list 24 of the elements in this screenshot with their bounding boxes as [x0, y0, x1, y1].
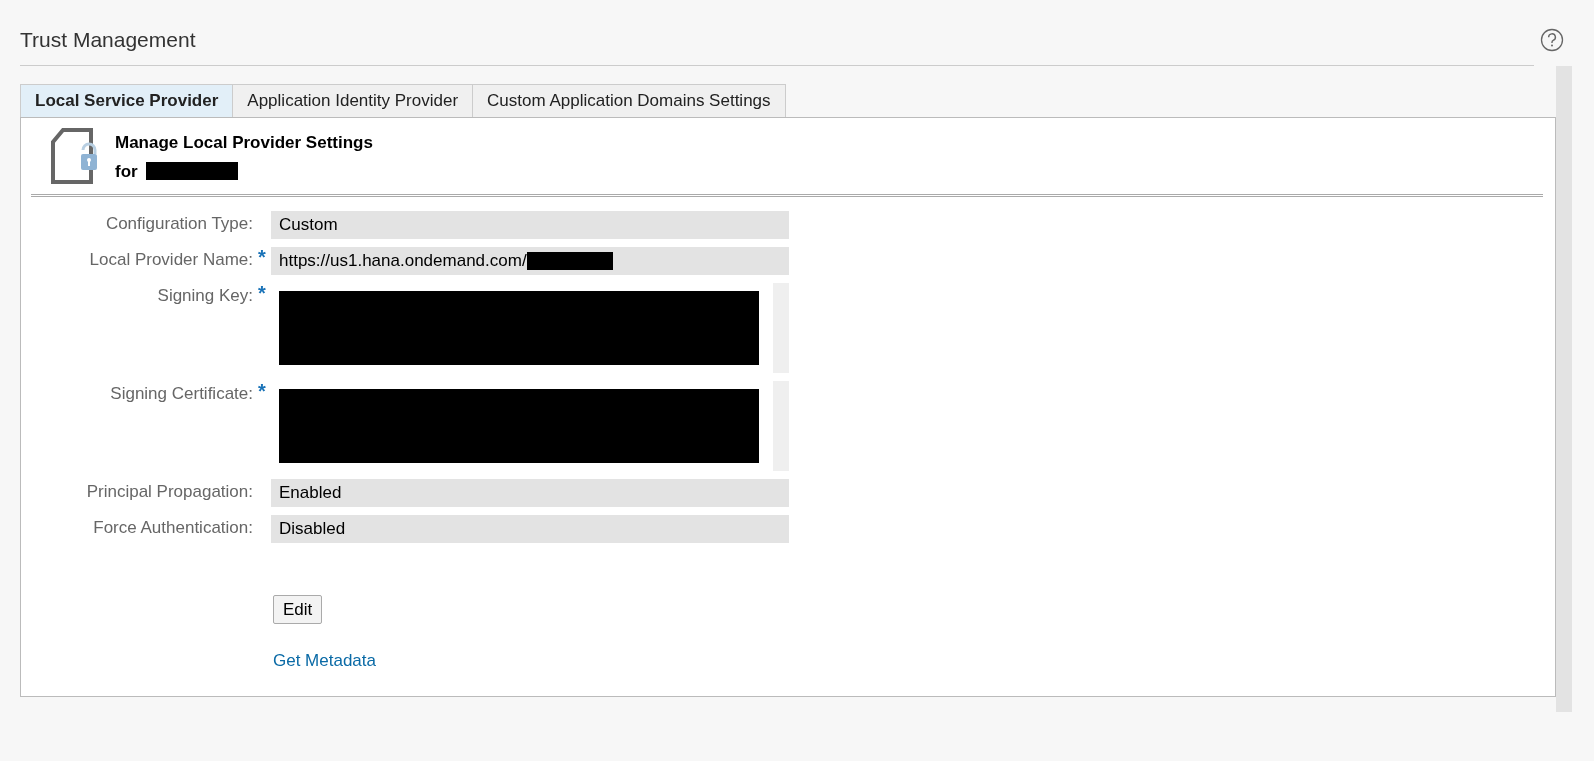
edit-button[interactable]: Edit [273, 594, 323, 624]
value-text: Disabled [279, 517, 346, 540]
locked-document-icon [51, 127, 99, 184]
value-text: https://us1.hana.ondemand.com/ [279, 249, 527, 272]
required-mark: * [257, 246, 267, 267]
field-label: Local Provider Name: [88, 248, 253, 271]
tab[interactable]: Application Identity Provider [232, 84, 474, 117]
panel-heading: Manage Local Provider Settings [115, 131, 373, 154]
metadata-link[interactable]: Get Metadata [273, 648, 376, 674]
field-label: Configuration Type: [104, 212, 253, 235]
tab[interactable]: Local Service Provider [20, 84, 234, 117]
page-title: Trust Management [20, 27, 196, 53]
field-label: Principal Propagation: [85, 480, 253, 503]
scrollbar[interactable] [1556, 66, 1572, 712]
field-label: Signing Key: [156, 284, 253, 307]
value-text: Enabled [279, 481, 342, 504]
tab[interactable]: Custom Application Domains Settings [472, 84, 786, 117]
value-text: Custom [279, 213, 338, 236]
required-mark: * [257, 380, 267, 401]
field-label: Signing Certificate: [109, 382, 253, 405]
help-icon[interactable] [1540, 28, 1564, 52]
field-label: Force Authentication: [92, 516, 253, 539]
required-mark: * [257, 282, 267, 303]
panel-subheading: for [115, 160, 138, 183]
